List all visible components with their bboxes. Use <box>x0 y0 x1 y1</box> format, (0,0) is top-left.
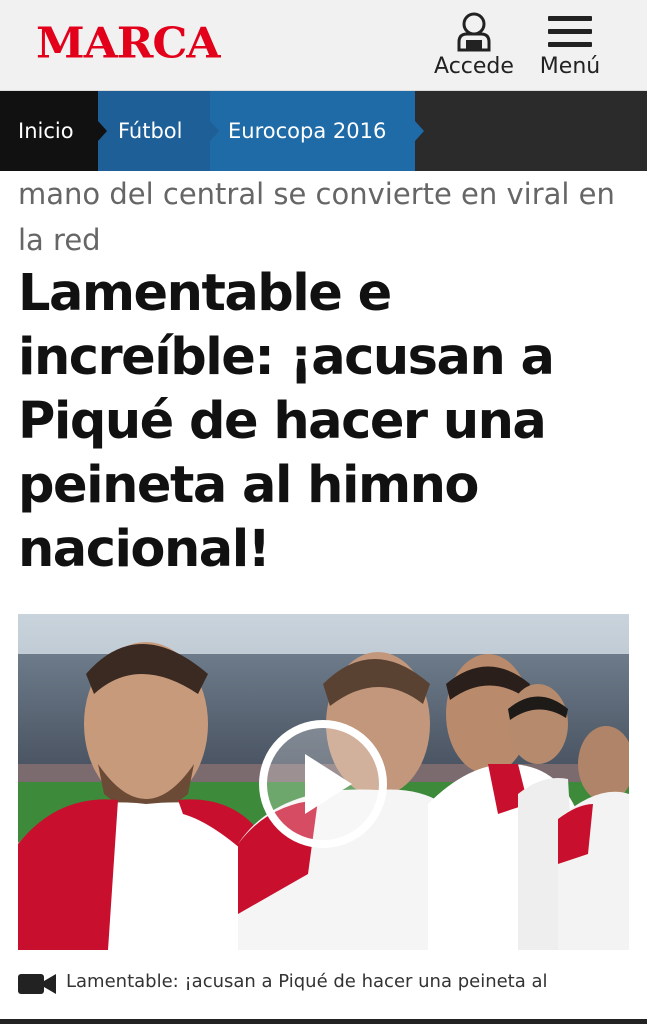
breadcrumb-separator <box>98 121 107 141</box>
breadcrumb-inicio[interactable]: Inicio <box>0 91 98 171</box>
site-header: MARCA Accede Menú <box>0 0 647 91</box>
breadcrumb-futbol[interactable]: Fútbol <box>98 91 210 171</box>
marca-logo[interactable]: MARCA <box>36 21 221 67</box>
article-title: Lamentable e increíble: ¡acusan a Piqué … <box>18 264 555 579</box>
video-thumbnail <box>18 614 629 950</box>
video-caption[interactable]: Lamentable: ¡acusan a Piqué de hacer una… <box>66 968 636 996</box>
video-caption-bar: Lamentable: ¡acusan a Piqué de hacer una… <box>18 965 638 1001</box>
video-camera-icon <box>18 974 56 994</box>
hamburger-icon <box>548 16 592 47</box>
login-button[interactable]: Accede <box>428 10 520 80</box>
video-player[interactable] <box>18 614 629 950</box>
bottom-divider <box>0 1019 647 1024</box>
breadcrumb-separator <box>415 121 424 141</box>
menu-button[interactable]: Menú <box>535 10 605 80</box>
breadcrumb-separator <box>210 121 219 141</box>
user-icon <box>457 12 491 52</box>
article-subtitle: mano del central se convierte en viral e… <box>18 177 615 257</box>
breadcrumb: Inicio Fútbol Eurocopa 2016 <box>0 91 647 171</box>
breadcrumb-eurocopa[interactable]: Eurocopa 2016 <box>210 91 415 171</box>
login-label: Accede <box>434 54 514 79</box>
menu-label: Menú <box>539 54 601 79</box>
